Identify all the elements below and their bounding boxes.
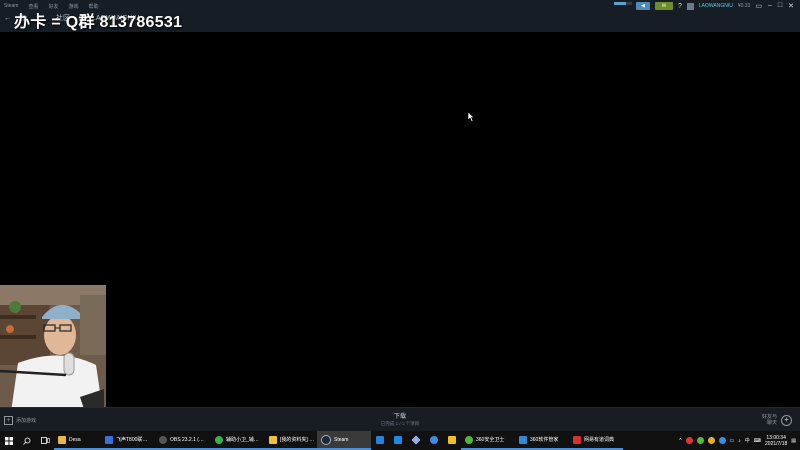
taskbar-app-360soft[interactable]: 360软件管家 (515, 431, 569, 450)
folder-icon (269, 435, 277, 444)
taskbar-app-steam[interactable]: Steam (317, 431, 371, 450)
taskbar-app-label: 网易有道词典 (584, 437, 615, 443)
taskbar-clock[interactable]: 13:00:34 2021/7/18 (765, 435, 787, 447)
back-arrow-icon[interactable]: ← (4, 15, 11, 22)
start-button[interactable] (0, 436, 18, 445)
window-controls: ▭ – □ ✕ (755, 2, 794, 10)
tray-app-icon[interactable] (718, 437, 726, 444)
taskbar-app-youdao[interactable]: 网易有道词典 (569, 431, 623, 450)
notification-icon[interactable]: ✉ (654, 2, 673, 10)
ime-indicator[interactable]: 中 (745, 437, 750, 444)
broadcast-icon[interactable]: ◀ (635, 2, 650, 10)
big-picture-icon[interactable]: ▭ (755, 2, 762, 10)
add-friend-icon: + (781, 414, 792, 426)
taskbar-app-label: 360软件管家 (530, 437, 559, 443)
tray-chevron-up-icon[interactable]: ^ (679, 438, 681, 444)
taskbar-app-label: Steam (334, 436, 349, 443)
app-icon (465, 435, 473, 444)
app-icon (430, 435, 438, 444)
friends-chat-label-2: 聊天 (766, 420, 777, 426)
taskbar-pinned-4[interactable] (425, 431, 443, 450)
notification-center-icon[interactable]: ▤ (791, 438, 796, 444)
app-icon (394, 435, 402, 444)
friends-chat-button[interactable]: 好友与 聊天 + (762, 414, 792, 426)
steam-account-area: ◀ ✉ ? LAOWANGNIU ¥0.33 ▭ – □ ✕ (635, 2, 794, 10)
minimize-icon[interactable]: – (768, 2, 772, 10)
download-sublabel: 已完成 1 / 1 个项目 (380, 421, 420, 426)
download-status[interactable]: 下载 已完成 1 / 1 个项目 (0, 411, 800, 427)
diamond-icon (411, 434, 421, 445)
windows-logo-icon (5, 436, 13, 445)
obs-icon (159, 435, 167, 444)
taskbar-app-label: 360安全卫士 (476, 437, 505, 443)
taskbar-app-label: [我的资料夹] … (280, 437, 315, 443)
taskbar-app-desa[interactable]: Desa (54, 431, 101, 450)
taskbar-pinned-3[interactable] (407, 431, 425, 450)
windows-taskbar: Desa 飞声T800联… OBS 23.2.1 (… 辅助小卫_辅… [我的资… (0, 431, 800, 450)
mouse-cursor-icon (468, 112, 475, 122)
app-icon (519, 435, 527, 444)
search-button[interactable] (18, 431, 36, 450)
volume-icon[interactable]: ♪ (738, 438, 741, 444)
app-icon (105, 435, 113, 444)
clock-time: 13:00:34 (766, 434, 786, 441)
folder-icon (58, 435, 66, 444)
help-button[interactable]: ? (678, 3, 682, 10)
taskbar-app-folder[interactable]: [我的资料夹] … (265, 431, 317, 450)
search-icon (23, 437, 31, 445)
taskbar-app-360safe[interactable]: 360安全卫士 (461, 431, 515, 450)
wallet-balance: ¥0.33 (737, 3, 751, 9)
taskbar-app-label: Desa (69, 436, 81, 443)
clock-date: 2021/7/18 (765, 440, 788, 447)
system-tray: ^ ▭ ♪ 中 ⌨ 13:00:34 2021/7/18 ▤ (679, 435, 800, 447)
tray-app-icon[interactable] (685, 437, 693, 444)
task-view-button[interactable] (36, 431, 54, 450)
close-icon[interactable]: ✕ (788, 2, 794, 10)
maximize-icon[interactable]: □ (778, 2, 782, 10)
app-icon (376, 435, 384, 444)
app-icon (448, 435, 456, 444)
app-icon (573, 435, 581, 444)
taskbar-app-label: 辅助小卫_辅… (226, 437, 259, 443)
taskbar-pinned-5[interactable] (443, 431, 461, 450)
taskbar-app-label: OBS 23.2.1 (… (170, 436, 204, 443)
download-progress-mini (614, 2, 632, 5)
network-icon[interactable]: ▭ (730, 438, 735, 444)
webcam-image (0, 285, 106, 419)
account-username[interactable]: LAOWANGNIU (699, 3, 733, 9)
taskbar-app-feisheng[interactable]: 飞声T800联… (101, 431, 155, 450)
taskbar-pinned-2[interactable] (389, 431, 407, 450)
avatar[interactable] (686, 2, 694, 10)
tray-app-icon[interactable] (696, 437, 704, 444)
task-view-icon (40, 437, 50, 444)
tray-app-icon[interactable] (707, 437, 715, 444)
steam-icon (321, 434, 331, 445)
taskbar-app-label: 飞声T800联… (116, 437, 148, 443)
download-label: 下载 (393, 414, 406, 420)
app-icon (215, 435, 223, 444)
steam-bottom-bar: + 添加游戏 下载 已完成 1 / 1 个项目 好友与 聊天 + (0, 407, 800, 432)
taskbar-app-helper[interactable]: 辅助小卫_辅… (211, 431, 265, 450)
webcam-overlay (0, 285, 106, 419)
stream-overlay-text: 办卡 = Q群 813786531 (14, 14, 183, 31)
taskbar-app-obs[interactable]: OBS 23.2.1 (… (155, 431, 211, 450)
keyboard-icon[interactable]: ⌨ (754, 438, 761, 444)
taskbar-pinned-1[interactable] (371, 431, 389, 450)
